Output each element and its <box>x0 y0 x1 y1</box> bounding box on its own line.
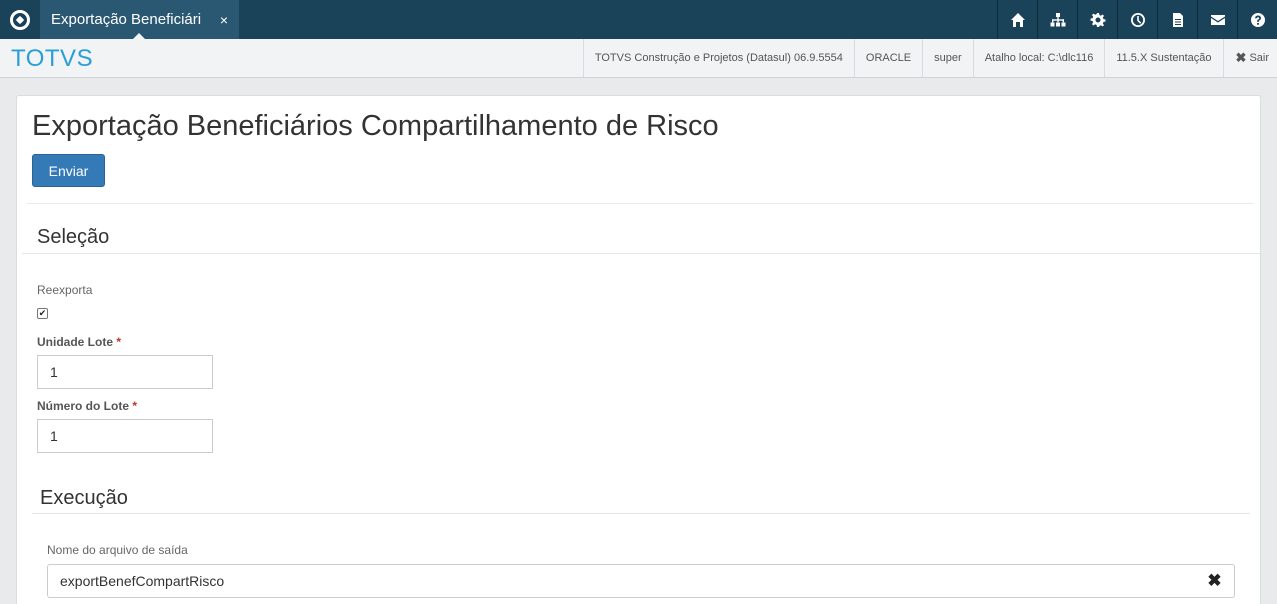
logout-button[interactable]: ✖ Sair <box>1222 39 1277 77</box>
clear-output-button[interactable]: ✖ <box>1195 564 1235 598</box>
home-button[interactable] <box>997 0 1037 39</box>
gear-icon <box>1090 12 1105 27</box>
close-icon: ✖ <box>1235 50 1247 65</box>
top-toolbar <box>997 0 1277 39</box>
app-menu-button[interactable] <box>0 0 39 39</box>
logout-label: Sair <box>1249 52 1269 64</box>
database-info: ORACLE <box>853 39 922 77</box>
messages-button[interactable] <box>1197 0 1237 39</box>
clock-icon <box>1130 12 1145 27</box>
tab-title: Exportação Beneficiári <box>51 11 202 28</box>
documents-button[interactable] <box>1157 0 1197 39</box>
document-icon <box>1172 12 1183 27</box>
batch-number-label: Número do Lote * <box>37 399 137 413</box>
brand-logo: TOTVS <box>11 45 94 72</box>
page-title: Exportação Beneficiários Compartilhament… <box>32 110 719 142</box>
top-bar: Exportação Beneficiári × <box>0 0 1277 39</box>
divider <box>27 203 1254 204</box>
mail-icon <box>1210 14 1225 25</box>
reexport-label: Reexporta <box>37 283 93 297</box>
required-mark: * <box>116 335 122 349</box>
product-info: TOTVS Construção e Projetos (Datasul) 06… <box>582 39 854 77</box>
output-file-input[interactable] <box>47 564 1196 598</box>
main-panel: Exportação Beneficiários Compartilhament… <box>16 95 1261 604</box>
execution-section-title: Execução <box>40 487 128 509</box>
help-button[interactable] <box>1237 0 1277 39</box>
sitemap-button[interactable] <box>1037 0 1077 39</box>
help-icon <box>1250 12 1265 27</box>
unit-lote-label: Unidade Lote * <box>37 335 121 349</box>
user-info: super <box>922 39 973 77</box>
batch-number-input[interactable] <box>37 419 213 453</box>
execution-divider <box>32 513 1250 514</box>
history-button[interactable] <box>1117 0 1157 39</box>
totvs-logo-icon <box>9 9 30 30</box>
home-icon <box>1010 12 1025 27</box>
sitemap-icon <box>1050 12 1065 26</box>
close-icon: ✖ <box>1207 571 1222 590</box>
submit-button[interactable]: Enviar <box>32 154 105 187</box>
shortcut-info: Atalho local: C:\dlc116 <box>972 39 1105 77</box>
selection-section-title: Seleção <box>37 226 110 248</box>
tab-close-button[interactable]: × <box>209 12 239 28</box>
unit-lote-label-text: Unidade Lote <box>37 335 114 349</box>
version-info: 11.5.X Sustentação <box>1104 39 1222 77</box>
unit-lote-input[interactable] <box>37 355 213 389</box>
batch-number-label-text: Número do Lote <box>37 399 129 413</box>
selection-divider <box>22 253 1260 254</box>
reexport-checkbox[interactable]: ✔ <box>37 308 48 319</box>
header-bar: TOTVS TOTVS Construção e Projetos (Datas… <box>0 39 1277 78</box>
header-info: TOTVS Construção e Projetos (Datasul) 06… <box>582 39 1277 77</box>
output-file-label: Nome do arquivo de saída <box>47 543 188 557</box>
settings-button[interactable] <box>1077 0 1117 39</box>
required-mark: * <box>132 399 138 413</box>
